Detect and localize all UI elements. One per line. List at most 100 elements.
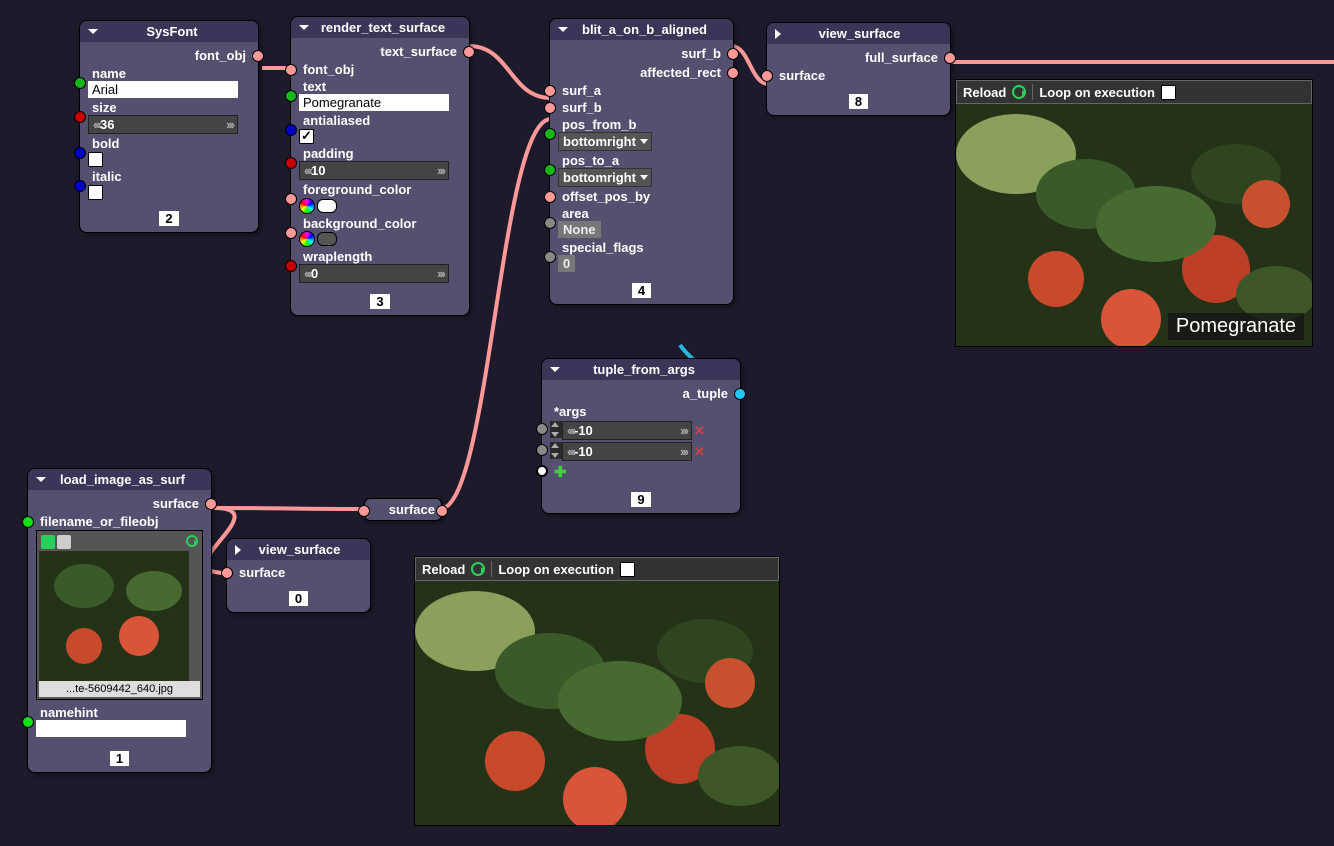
- port-input[interactable]: [536, 423, 548, 435]
- port-output[interactable]: [734, 388, 746, 400]
- port-input[interactable]: [22, 516, 34, 528]
- node-id: 8: [849, 94, 868, 109]
- color-swatch[interactable]: [317, 232, 337, 246]
- port-output[interactable]: [944, 52, 956, 64]
- port-input[interactable]: [285, 227, 297, 239]
- bold-checkbox[interactable]: [88, 152, 103, 167]
- node-sysfont[interactable]: SysFont font_obj nameArial size‹‹‹36››› …: [79, 20, 259, 233]
- port-input[interactable]: [285, 157, 297, 169]
- node-surface-passthrough[interactable]: surface: [364, 498, 442, 521]
- color-wheel-icon[interactable]: [299, 198, 315, 214]
- port-input[interactable]: [74, 147, 86, 159]
- color-swatch[interactable]: [317, 199, 337, 213]
- param-label: background_color: [299, 216, 461, 231]
- port-output[interactable]: [463, 46, 475, 58]
- delete-icon[interactable]: ✕: [694, 444, 705, 459]
- port-input[interactable]: [544, 128, 556, 140]
- posfrom-dropdown[interactable]: bottomright: [558, 132, 652, 151]
- stepper[interactable]: [550, 442, 562, 459]
- stepper[interactable]: [550, 421, 562, 438]
- node-id: 2: [159, 211, 178, 226]
- collapse-icon[interactable]: [558, 27, 568, 32]
- port-input[interactable]: [544, 102, 556, 114]
- arg-input[interactable]: ‹‹‹-10›››: [562, 442, 692, 461]
- wrap-input[interactable]: ‹‹‹0›››: [299, 264, 449, 283]
- collapse-icon[interactable]: [36, 477, 46, 482]
- port-output[interactable]: [727, 67, 739, 79]
- port-input[interactable]: [285, 193, 297, 205]
- port-output[interactable]: [727, 48, 739, 60]
- param-label: italic: [88, 169, 250, 184]
- color-wheel-icon[interactable]: [299, 231, 315, 247]
- port-input[interactable]: [285, 90, 297, 102]
- node-blit[interactable]: blit_a_on_b_aligned surf_b affected_rect…: [549, 18, 734, 305]
- port-input[interactable]: [285, 124, 297, 136]
- node-load-image[interactable]: load_image_as_surf surface filename_or_f…: [27, 468, 212, 773]
- port-input[interactable]: [761, 70, 773, 82]
- node-render-text[interactable]: render_text_surface text_surface font_ob…: [290, 16, 470, 316]
- port-input[interactable]: [536, 444, 548, 456]
- port-output[interactable]: [205, 498, 217, 510]
- port-input[interactable]: [358, 505, 370, 517]
- surface-label: surface: [389, 502, 435, 517]
- port-input[interactable]: [22, 716, 34, 728]
- text-input[interactable]: Pomegranate: [299, 94, 449, 111]
- port-input[interactable]: [74, 111, 86, 123]
- node-header[interactable]: blit_a_on_b_aligned: [550, 19, 733, 40]
- image-thumbnail[interactable]: ...te-5609442_640.jpg: [36, 530, 203, 700]
- node-header[interactable]: load_image_as_surf: [28, 469, 211, 490]
- expand-icon[interactable]: [235, 545, 241, 555]
- namehint-input[interactable]: [36, 720, 186, 737]
- port-input[interactable]: [221, 567, 233, 579]
- port-input[interactable]: [285, 260, 297, 272]
- flags-value[interactable]: 0: [558, 255, 575, 272]
- node-title: load_image_as_surf: [54, 472, 191, 487]
- port-output[interactable]: [436, 505, 448, 517]
- port-input[interactable]: [544, 85, 556, 97]
- reload-button[interactable]: Reload: [963, 85, 1006, 100]
- node-id: 3: [370, 294, 389, 309]
- node-header[interactable]: SysFont: [80, 21, 258, 42]
- node-header[interactable]: view_surface: [767, 23, 950, 44]
- file-icon[interactable]: [57, 535, 71, 549]
- loop-checkbox[interactable]: [620, 562, 635, 577]
- node-header[interactable]: render_text_surface: [291, 17, 469, 38]
- port-input[interactable]: [544, 191, 556, 203]
- padding-input[interactable]: ‹‹‹10›››: [299, 161, 449, 180]
- add-icon[interactable]: ✚: [554, 464, 567, 481]
- port-input[interactable]: [536, 465, 548, 477]
- node-title: SysFont: [106, 24, 238, 39]
- port-output[interactable]: [252, 50, 264, 62]
- port-input[interactable]: [74, 77, 86, 89]
- italic-checkbox[interactable]: [88, 185, 103, 200]
- node-tuple[interactable]: tuple_from_args a_tuple *args ‹‹‹-10›››✕…: [541, 358, 741, 514]
- reload-icon[interactable]: [1012, 85, 1026, 99]
- port-input[interactable]: [544, 217, 556, 229]
- port-input[interactable]: [74, 180, 86, 192]
- size-input[interactable]: ‹‹‹36›››: [88, 115, 238, 134]
- arg-input[interactable]: ‹‹‹-10›››: [562, 421, 692, 440]
- loop-checkbox[interactable]: [1161, 85, 1176, 100]
- collapse-icon[interactable]: [88, 29, 98, 34]
- delete-icon[interactable]: ✕: [694, 423, 705, 438]
- posto-dropdown[interactable]: bottomright: [558, 168, 652, 187]
- expand-icon[interactable]: [775, 29, 781, 39]
- aa-checkbox[interactable]: [299, 129, 314, 144]
- reload-icon[interactable]: [186, 535, 198, 547]
- output-label: font_obj: [195, 48, 246, 63]
- folder-icon[interactable]: [41, 535, 55, 549]
- node-view-surface[interactable]: view_surface full_surface surface 8: [766, 22, 951, 116]
- area-value[interactable]: None: [558, 221, 601, 238]
- port-input[interactable]: [544, 251, 556, 263]
- reload-icon[interactable]: [471, 562, 485, 576]
- node-view-surface[interactable]: view_surface surface 0: [226, 538, 371, 613]
- collapse-icon[interactable]: [299, 25, 309, 30]
- name-input[interactable]: Arial: [88, 81, 238, 98]
- port-input[interactable]: [285, 64, 297, 76]
- collapse-icon[interactable]: [550, 367, 560, 372]
- node-header[interactable]: tuple_from_args: [542, 359, 740, 380]
- node-header[interactable]: view_surface: [227, 539, 370, 560]
- port-input[interactable]: [544, 164, 556, 176]
- reload-button[interactable]: Reload: [422, 562, 465, 577]
- param-label: surf_a: [558, 83, 601, 98]
